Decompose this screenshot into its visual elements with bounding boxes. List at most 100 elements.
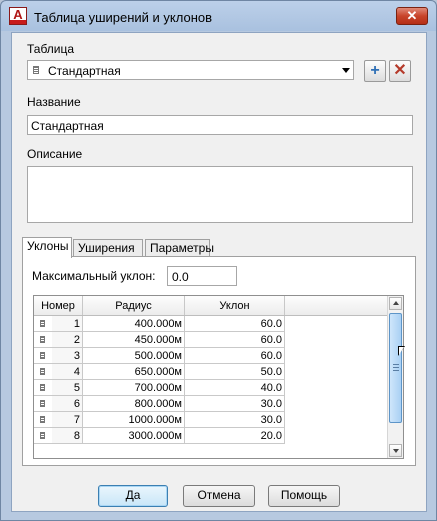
grip-line bbox=[393, 364, 399, 365]
description-field[interactable] bbox=[27, 166, 413, 223]
dialog-client-area: Таблица Стандартная + ✕ Название Стандар… bbox=[11, 32, 427, 512]
row-number: 3 bbox=[52, 348, 82, 363]
slope-cell[interactable]: 30.0 bbox=[184, 395, 285, 412]
row-icon bbox=[40, 431, 45, 439]
slopes-tab-panel: Максимальный уклон: 0.0 Номер Радиус Укл… bbox=[22, 256, 416, 466]
scroll-down-button[interactable] bbox=[389, 444, 402, 457]
empty-cell bbox=[285, 396, 392, 412]
dialog-window: A Таблица уширений и уклонов ✕ Таблица С… bbox=[0, 0, 437, 521]
description-label: Описание bbox=[27, 147, 83, 161]
table-row[interactable]: 4 650.000м 50.0 bbox=[34, 363, 392, 380]
window-title: Таблица уширений и уклонов bbox=[34, 10, 213, 25]
radius-cell[interactable]: 700.000м bbox=[82, 379, 185, 396]
slope-cell[interactable]: 50.0 bbox=[184, 363, 285, 380]
slope-cell[interactable]: 60.0 bbox=[184, 315, 285, 332]
radius-cell[interactable]: 450.000м bbox=[82, 331, 185, 348]
arrow-up-icon bbox=[393, 301, 399, 305]
tab-parameters[interactable]: Параметры bbox=[145, 239, 214, 256]
row-number-cell: 3 bbox=[34, 347, 83, 364]
row-icon-cell bbox=[34, 428, 53, 443]
radius-cell[interactable]: 650.000м bbox=[82, 363, 185, 380]
row-icon bbox=[40, 383, 45, 391]
name-field[interactable]: Стандартная bbox=[27, 115, 413, 135]
empty-cell bbox=[285, 428, 392, 444]
slope-cell[interactable]: 30.0 bbox=[184, 411, 285, 428]
row-number-cell: 5 bbox=[34, 379, 83, 396]
table-row[interactable]: 5 700.000м 40.0 bbox=[34, 379, 392, 396]
tab-widenings[interactable]: Уширения bbox=[73, 239, 143, 256]
column-header-slope[interactable]: Уклон bbox=[184, 296, 285, 316]
close-button[interactable]: ✕ bbox=[396, 7, 428, 25]
slope-cell[interactable]: 60.0 bbox=[184, 347, 285, 364]
row-number: 5 bbox=[52, 380, 82, 395]
add-table-button[interactable]: + bbox=[364, 60, 386, 82]
column-header-number[interactable]: Номер bbox=[34, 296, 83, 316]
row-icon-cell bbox=[34, 348, 53, 363]
slope-cell[interactable]: 60.0 bbox=[184, 331, 285, 348]
scroll-up-button[interactable] bbox=[389, 297, 402, 310]
name-label: Название bbox=[27, 95, 81, 109]
radius-cell[interactable]: 3000.000м bbox=[82, 427, 185, 444]
empty-cell bbox=[285, 332, 392, 348]
delete-table-button[interactable]: ✕ bbox=[389, 60, 411, 82]
row-icon-cell bbox=[34, 364, 53, 379]
row-number-cell: 1 bbox=[34, 315, 83, 332]
slope-cell[interactable]: 20.0 bbox=[184, 427, 285, 444]
row-icon-cell bbox=[34, 380, 53, 395]
empty-cell bbox=[285, 412, 392, 428]
row-number: 2 bbox=[52, 332, 82, 347]
grip-line bbox=[393, 367, 399, 368]
radius-cell[interactable]: 400.000м bbox=[82, 315, 185, 332]
row-icon-cell bbox=[34, 396, 53, 411]
slope-cell[interactable]: 40.0 bbox=[184, 379, 285, 396]
row-number: 8 bbox=[52, 428, 82, 443]
row-number: 4 bbox=[52, 364, 82, 379]
mouse-cursor-icon bbox=[398, 346, 405, 356]
title-bar[interactable]: A Таблица уширений и уклонов ✕ bbox=[1, 1, 436, 35]
table-label: Таблица bbox=[27, 42, 75, 56]
table-row[interactable]: 7 1000.000м 30.0 bbox=[34, 411, 392, 428]
empty-cell bbox=[285, 380, 392, 396]
row-number: 1 bbox=[52, 316, 82, 331]
empty-cell bbox=[285, 348, 392, 364]
row-number-cell: 4 bbox=[34, 363, 83, 380]
radius-cell[interactable]: 1000.000м bbox=[82, 411, 185, 428]
row-icon bbox=[40, 415, 45, 423]
table-row[interactable]: 2 450.000м 60.0 bbox=[34, 331, 392, 348]
row-number-cell: 6 bbox=[34, 395, 83, 412]
slopes-grid: Номер Радиус Уклон 1 400.000м 60.0 2 450… bbox=[33, 295, 404, 459]
cancel-button[interactable]: Отмена bbox=[183, 485, 255, 507]
row-number: 7 bbox=[52, 412, 82, 427]
table-row[interactable]: 3 500.000м 60.0 bbox=[34, 347, 392, 364]
grip-line bbox=[393, 370, 399, 371]
table-row[interactable]: 6 800.000м 30.0 bbox=[34, 395, 392, 412]
ok-button[interactable]: Да bbox=[98, 485, 168, 507]
row-icon bbox=[40, 399, 45, 407]
row-number: 6 bbox=[52, 396, 82, 411]
row-icon bbox=[40, 351, 45, 359]
max-slope-input[interactable]: 0.0 bbox=[167, 266, 237, 286]
help-button[interactable]: Помощь bbox=[268, 485, 340, 507]
chevron-down-icon[interactable] bbox=[342, 68, 350, 73]
max-slope-label: Максимальный уклон: bbox=[32, 269, 156, 283]
row-icon bbox=[40, 335, 45, 343]
grid-vertical-scrollbar[interactable] bbox=[387, 296, 403, 458]
table-row[interactable]: 1 400.000м 60.0 bbox=[34, 315, 392, 332]
row-icon-cell bbox=[34, 332, 53, 347]
row-icon bbox=[40, 319, 45, 327]
column-header-filler bbox=[284, 296, 391, 316]
row-icon bbox=[40, 367, 45, 375]
table-select[interactable]: Стандартная bbox=[27, 60, 354, 80]
radius-cell[interactable]: 500.000м bbox=[82, 347, 185, 364]
row-number-cell: 8 bbox=[34, 427, 83, 444]
radius-cell[interactable]: 800.000м bbox=[82, 395, 185, 412]
row-icon-cell bbox=[34, 316, 53, 331]
arrow-down-icon bbox=[393, 449, 399, 453]
column-header-radius[interactable]: Радиус bbox=[82, 296, 185, 316]
table-row[interactable]: 8 3000.000м 20.0 bbox=[34, 427, 392, 444]
max-slope-value: 0.0 bbox=[172, 270, 189, 284]
empty-cell bbox=[285, 316, 392, 332]
tab-slopes[interactable]: Уклоны bbox=[22, 237, 72, 258]
empty-cell bbox=[285, 364, 392, 380]
scroll-thumb[interactable] bbox=[389, 313, 402, 423]
